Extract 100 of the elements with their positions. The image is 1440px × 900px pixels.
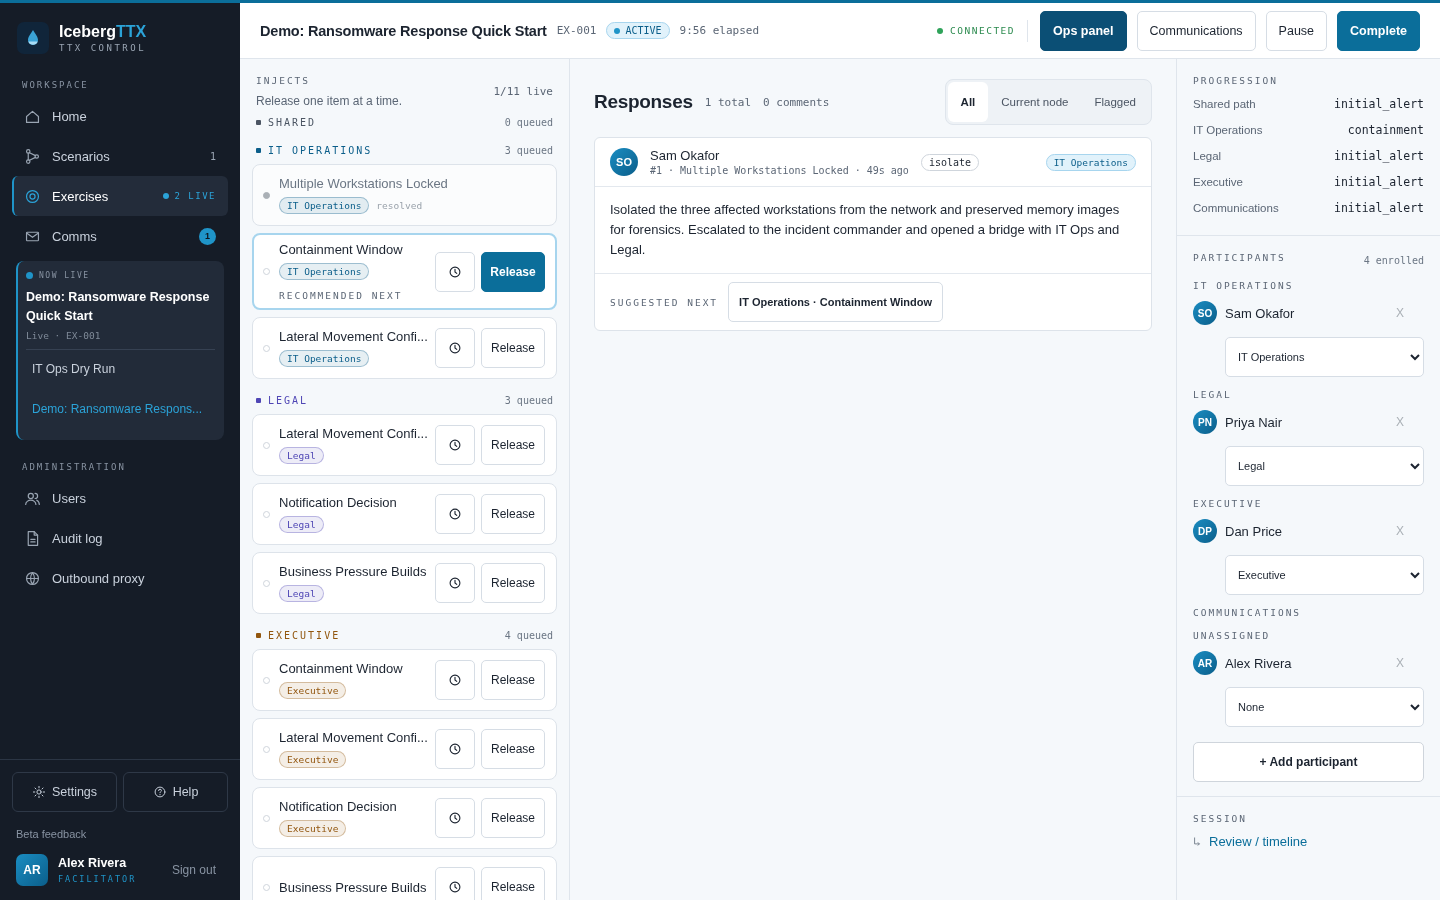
panel-title: INJECTS	[256, 75, 312, 86]
filter-tab[interactable]: All	[947, 82, 989, 122]
exercise-title: Demo: Ransomware Response Quick Start	[260, 22, 547, 39]
release-button[interactable]: Release	[481, 328, 545, 368]
inject-title: Notification Decision	[279, 495, 398, 510]
settings-button[interactable]: Settings	[12, 772, 117, 812]
section-label: PARTICIPANTS	[1193, 252, 1286, 263]
elapsed-time: 9:56 elapsed	[679, 24, 760, 37]
participant-name: Sam Okafor	[1225, 305, 1296, 321]
toolbar-button[interactable]: Ops panel	[1040, 10, 1127, 51]
team-tag: Executive	[279, 820, 347, 837]
enrolled-count: 4 enrolled	[1363, 254, 1424, 266]
release-button[interactable]: Release	[481, 867, 545, 900]
node-name: initial_alert	[1334, 201, 1424, 215]
panel-hint: Release one item at a time.	[256, 94, 403, 108]
participant-name: Dan Price	[1225, 523, 1284, 539]
nav-item[interactable]: Outbound proxy	[12, 558, 228, 598]
toolbar-button[interactable]: Complete	[1337, 10, 1420, 51]
panel-title: Responses	[594, 91, 693, 113]
release-button[interactable]: Release	[481, 425, 545, 465]
nav-item[interactable]: Users	[12, 478, 228, 518]
user-role: FACILITATOR	[58, 874, 138, 884]
add-participant-button[interactable]: + Add participant	[1193, 742, 1424, 782]
exercise-link[interactable]: Demo: Ransomware Respons...	[26, 390, 215, 430]
team-tag: IT Operations	[279, 350, 370, 367]
team-name: Communications	[1193, 202, 1279, 214]
release-button[interactable]: Release	[481, 251, 545, 292]
team-name: Shared path	[1193, 98, 1256, 110]
inject-title: Business Pressure Builds	[279, 879, 427, 895]
schedule-button[interactable]	[435, 251, 475, 292]
release-button[interactable]: Release	[481, 494, 545, 534]
section-label: ADMINISTRATION	[21, 461, 127, 474]
team-tag: Executive	[279, 682, 347, 699]
release-button[interactable]: Release	[481, 729, 545, 769]
queued-count: 0 queued	[504, 116, 553, 128]
exercise-link[interactable]: IT Ops Dry Run	[26, 350, 215, 390]
total-count: 1 total	[704, 95, 752, 109]
team-select[interactable]: Legal	[1225, 446, 1424, 486]
brand-subtitle: TTX CONTROL	[59, 43, 147, 53]
inject-title: Notification Decision	[279, 799, 398, 814]
schedule-button[interactable]	[435, 494, 475, 534]
schedule-button[interactable]	[435, 867, 475, 900]
inject-title: Containment Window	[279, 242, 404, 257]
team-tag: IT Operations	[279, 197, 370, 214]
group-label: EXECUTIVE	[256, 629, 341, 641]
queued-count: 4 queued	[504, 629, 553, 641]
clock-icon	[448, 880, 462, 894]
nav-item[interactable]: Exercises 2 LIVE	[12, 176, 228, 216]
status-text: resolved	[376, 200, 423, 211]
avatar: AR	[1193, 651, 1217, 675]
release-button[interactable]: Release	[481, 798, 545, 838]
sign-out-link[interactable]: Sign out	[171, 863, 216, 877]
exercise-code: EX-001	[556, 24, 597, 37]
team-tag: Executive	[279, 751, 347, 768]
globe-icon	[24, 569, 41, 587]
suggested-label: SUGGESTED NEXT	[610, 296, 719, 308]
suggested-next-button[interactable]: IT Operations · Containment Window	[728, 282, 944, 322]
filter-tab[interactable]: Current node	[988, 82, 1082, 122]
comment-count: 0 comments	[763, 95, 830, 109]
nav-item[interactable]: Audit log	[12, 518, 228, 558]
section-label: WORKSPACE	[21, 79, 90, 92]
queued-count: 3 queued	[504, 144, 553, 156]
help-button[interactable]: Help	[123, 772, 228, 812]
nav-item[interactable]: Scenarios 1	[12, 136, 228, 176]
response-text: Isolated the three affected workstations from the network and preserved memory images for forensics. Escalated to the incident commander and opened a bridge with IT Ops and Legal.	[595, 187, 1151, 274]
user-name: Alex Rivera	[58, 856, 128, 870]
inject-title: Business Pressure Builds	[279, 564, 427, 579]
status-dot	[263, 191, 270, 199]
schedule-button[interactable]	[435, 563, 475, 603]
schedule-button[interactable]	[435, 425, 475, 465]
node-name: initial_alert	[1334, 97, 1424, 111]
node-name: containment	[1347, 123, 1424, 137]
team-tag: Legal	[279, 447, 324, 464]
toolbar-button[interactable]: Pause	[1265, 10, 1328, 51]
team-name: Legal	[1193, 150, 1222, 162]
schedule-button[interactable]	[435, 660, 475, 700]
release-button[interactable]: Release	[481, 563, 545, 603]
inject-title: Lateral Movement Confi...	[279, 329, 427, 344]
team-tag: IT Operations	[1045, 153, 1136, 171]
item-count: 1	[209, 150, 216, 162]
inject-title: Containment Window	[279, 661, 404, 676]
schedule-button[interactable]	[435, 328, 475, 368]
nav-item[interactable]: Home	[12, 96, 228, 136]
timeline-link[interactable]: Review / timeline	[1209, 834, 1308, 849]
filter-tab[interactable]: Flagged	[1081, 82, 1149, 122]
nav-item[interactable]: Comms 1	[12, 216, 228, 256]
team-select[interactable]: Executive	[1225, 555, 1424, 595]
node-name: initial_alert	[1334, 149, 1424, 163]
schedule-button[interactable]	[435, 729, 475, 769]
team-select[interactable]: IT Operations	[1225, 337, 1424, 377]
team-select[interactable]: None	[1225, 687, 1424, 727]
live-label: NOW LIVE	[26, 271, 215, 280]
branch-icon	[24, 147, 41, 165]
recommended-label: RECOMMENDED NEXT	[279, 290, 404, 301]
corner-arrow-icon	[1193, 836, 1201, 847]
toolbar-button[interactable]: Communications	[1136, 10, 1256, 51]
feedback-link[interactable]: Beta feedback	[16, 828, 224, 840]
team-label: LEGAL	[1193, 389, 1233, 400]
schedule-button[interactable]	[435, 798, 475, 838]
release-button[interactable]: Release	[481, 660, 545, 700]
